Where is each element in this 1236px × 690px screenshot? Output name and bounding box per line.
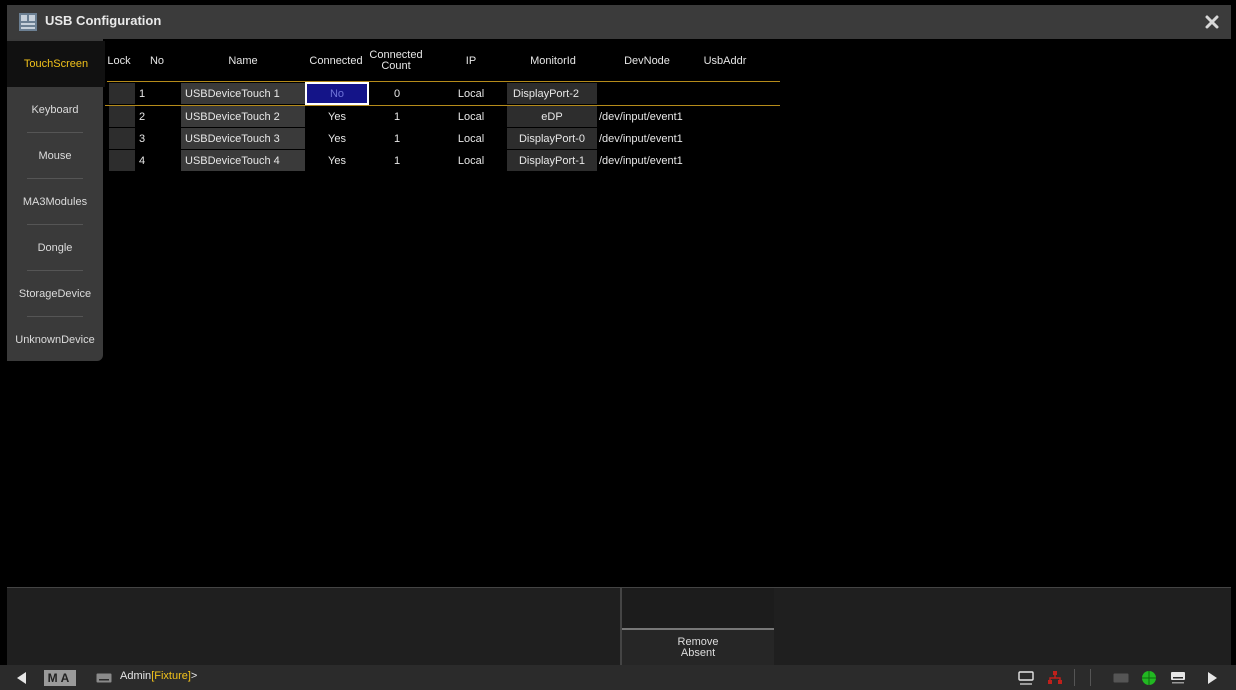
- devnode-cell[interactable]: /dev/input/event1: [597, 150, 695, 171]
- connected-cell[interactable]: Yes: [305, 150, 369, 171]
- header-underline: [107, 81, 780, 82]
- remove-absent-button[interactable]: Remove Absent: [622, 628, 774, 665]
- keyboard-icon: [1113, 673, 1129, 682]
- table-row[interactable]: 2 USBDeviceTouch 2 Yes 1 Local eDP /dev/…: [105, 106, 780, 128]
- usbaddr-cell[interactable]: [695, 128, 755, 149]
- name-cell[interactable]: USBDeviceTouch 2: [181, 106, 305, 127]
- tab-storagedevice[interactable]: StorageDevice: [7, 271, 103, 317]
- window-title: USB Configuration: [45, 13, 162, 28]
- connected-cell[interactable]: Yes: [305, 106, 369, 127]
- name-cell[interactable]: USBDeviceTouch 3: [181, 128, 305, 149]
- column-header-connected[interactable]: Connected: [305, 39, 367, 83]
- device-type-tabs: TouchScreen Keyboard Mouse MA3Modules Do…: [7, 39, 105, 363]
- remove-absent-label-line2: Absent: [680, 646, 716, 659]
- ip-cell[interactable]: Local: [435, 83, 507, 104]
- status-divider: [1074, 669, 1075, 686]
- table-row[interactable]: 4 USBDeviceTouch 4 Yes 1 Local DisplayPo…: [105, 150, 780, 172]
- globe-icon: [1142, 670, 1156, 685]
- left-arrow-icon: [17, 671, 26, 684]
- devnode-cell[interactable]: /dev/input/event1: [597, 106, 695, 127]
- ip-cell[interactable]: Local: [435, 106, 507, 127]
- command-context: [Fixture]: [151, 670, 191, 682]
- connected-count-cell[interactable]: 1: [369, 150, 425, 171]
- lock-cell[interactable]: [109, 150, 135, 171]
- monitorid-cell[interactable]: DisplayPort-2: [507, 83, 597, 104]
- connected-count-cell[interactable]: 1: [369, 128, 425, 149]
- remove-absent-label-line1: Remove: [677, 635, 719, 648]
- usbaddr-cell[interactable]: [695, 150, 755, 171]
- monitorid-cell[interactable]: eDP: [507, 106, 597, 127]
- devnode-cell[interactable]: /dev/input/event1: [597, 128, 695, 149]
- lock-cell[interactable]: [109, 83, 135, 104]
- tab-keyboard[interactable]: Keyboard: [7, 87, 103, 133]
- name-cell[interactable]: USBDeviceTouch 1: [181, 83, 305, 104]
- keyboard-button[interactable]: [94, 665, 114, 690]
- monitorid-cell[interactable]: DisplayPort-1: [507, 150, 597, 171]
- no-cell[interactable]: 4: [135, 150, 179, 171]
- tab-touchscreen[interactable]: TouchScreen: [7, 41, 105, 87]
- no-cell[interactable]: 2: [135, 106, 179, 127]
- tab-dongle[interactable]: Dongle: [7, 225, 103, 271]
- table-row[interactable]: 3 USBDeviceTouch 3 Yes 1 Local DisplayPo…: [105, 128, 780, 150]
- network-status-button[interactable]: [1044, 665, 1066, 690]
- command-line-bar: MA Admin[Fixture]>: [0, 665, 1236, 690]
- title-bar[interactable]: USB Configuration: [7, 5, 1231, 39]
- monitor-icon: [1018, 670, 1034, 685]
- column-header-monitorid[interactable]: MonitorId: [507, 39, 599, 83]
- tab-ma3modules[interactable]: MA3Modules: [7, 179, 103, 225]
- user-name: Admin: [120, 670, 152, 682]
- connected-count-cell[interactable]: 0: [369, 83, 425, 104]
- keyboard-icon: [96, 673, 112, 682]
- tab-mouse[interactable]: Mouse: [7, 133, 103, 179]
- column-header-devnode[interactable]: DevNode: [599, 39, 695, 83]
- column-header-usbaddr[interactable]: UsbAddr: [695, 39, 755, 83]
- lock-cell[interactable]: [109, 128, 135, 149]
- name-cell[interactable]: USBDeviceTouch 4: [181, 150, 305, 171]
- onscreen-keyboard-button[interactable]: [1166, 665, 1190, 690]
- close-button[interactable]: [1201, 11, 1223, 33]
- network-icon: [1048, 670, 1062, 684]
- connected-count-cell[interactable]: 1: [369, 106, 425, 127]
- ip-cell[interactable]: Local: [435, 128, 507, 149]
- connected-cell-selected[interactable]: No: [305, 82, 369, 105]
- right-arrow-icon: [1208, 671, 1217, 684]
- empty-button-area-right: [774, 588, 1231, 665]
- connected-count-header-line2: Count: [381, 60, 411, 72]
- connected-cell[interactable]: Yes: [305, 128, 369, 149]
- ma-logo: MA: [43, 669, 77, 686]
- column-header-name[interactable]: Name: [181, 39, 305, 83]
- left-arrow-button[interactable]: [10, 665, 32, 690]
- command-line-input[interactable]: Admin[Fixture]>: [120, 670, 197, 682]
- column-header-connected-count[interactable]: Connected Count: [367, 39, 425, 83]
- empty-button-area: [7, 588, 620, 665]
- bottom-button-panel: Remove Absent: [7, 587, 1231, 665]
- no-cell[interactable]: 3: [135, 128, 179, 149]
- column-header-ip[interactable]: IP: [435, 39, 507, 83]
- keyboard-icon: [1171, 671, 1185, 683]
- close-icon: [1205, 15, 1219, 29]
- usbaddr-cell[interactable]: [695, 106, 755, 127]
- keyboard-toggle-button[interactable]: [1110, 665, 1132, 690]
- lock-cell[interactable]: [109, 106, 135, 127]
- no-cell[interactable]: 1: [135, 83, 179, 104]
- usbaddr-cell[interactable]: [695, 83, 755, 104]
- ma-logo-button[interactable]: MA: [40, 665, 80, 690]
- status-divider: [1090, 669, 1091, 686]
- tab-unknowndevice[interactable]: UnknownDevice: [7, 317, 103, 363]
- column-header-no[interactable]: No: [135, 39, 179, 83]
- column-header-lock[interactable]: Lock: [105, 39, 133, 83]
- table-header: Lock No Name Connected Connected Count I…: [105, 39, 780, 83]
- usb-config-icon: [19, 13, 37, 31]
- command-prompt: >: [190, 670, 198, 682]
- globe-button[interactable]: [1138, 665, 1160, 690]
- monitorid-cell[interactable]: DisplayPort-0: [507, 128, 597, 149]
- table-row[interactable]: 1 USBDeviceTouch 1 No 0 Local DisplayPor…: [105, 82, 780, 105]
- usb-configuration-window: USB Configuration TouchScreen Keyboard M…: [7, 5, 1231, 665]
- ip-cell[interactable]: Local: [435, 150, 507, 171]
- right-arrow-button[interactable]: [1202, 665, 1224, 690]
- monitor-status-button[interactable]: [1014, 665, 1038, 690]
- devnode-cell[interactable]: [599, 83, 695, 104]
